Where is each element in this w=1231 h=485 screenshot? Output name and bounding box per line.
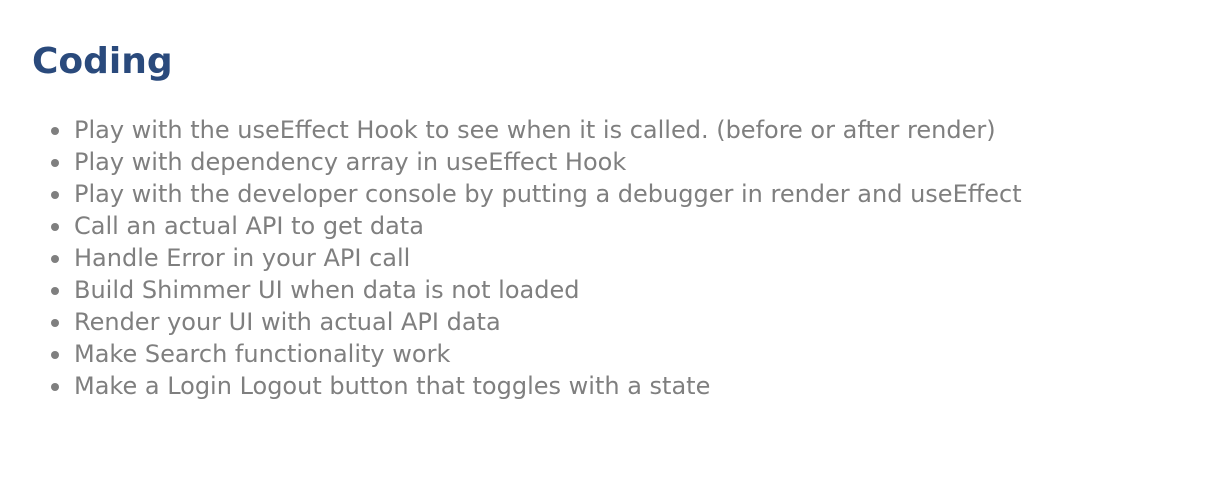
list-item-text: Play with dependency array in useEffect …	[74, 148, 627, 176]
list-item-text: Handle Error in your API call	[74, 244, 411, 272]
bullet-icon	[51, 255, 59, 263]
bullet-icon	[51, 287, 59, 295]
list-item-text: Render your UI with actual API data	[74, 308, 501, 336]
bullet-icon	[51, 351, 59, 359]
list-item-text: Build Shimmer UI when data is not loaded	[74, 276, 580, 304]
bullet-icon	[51, 127, 59, 135]
page-title: Coding	[32, 41, 173, 82]
list-item-text: Call an actual API to get data	[74, 212, 424, 240]
bullet-icon	[51, 191, 59, 199]
slide: Coding Play with the useEffect Hook to s…	[0, 0, 1231, 485]
bullet-icon	[51, 319, 59, 327]
bullet-icon	[51, 383, 59, 391]
list-item-text: Make Search functionality work	[74, 340, 451, 368]
bullet-icon	[51, 159, 59, 167]
list-item-text: Play with the developer console by putti…	[74, 180, 1022, 208]
list-item-text: Play with the useEffect Hook to see when…	[74, 116, 996, 144]
bullet-icon	[51, 223, 59, 231]
list-item-text: Make a Login Logout button that toggles …	[74, 372, 711, 400]
